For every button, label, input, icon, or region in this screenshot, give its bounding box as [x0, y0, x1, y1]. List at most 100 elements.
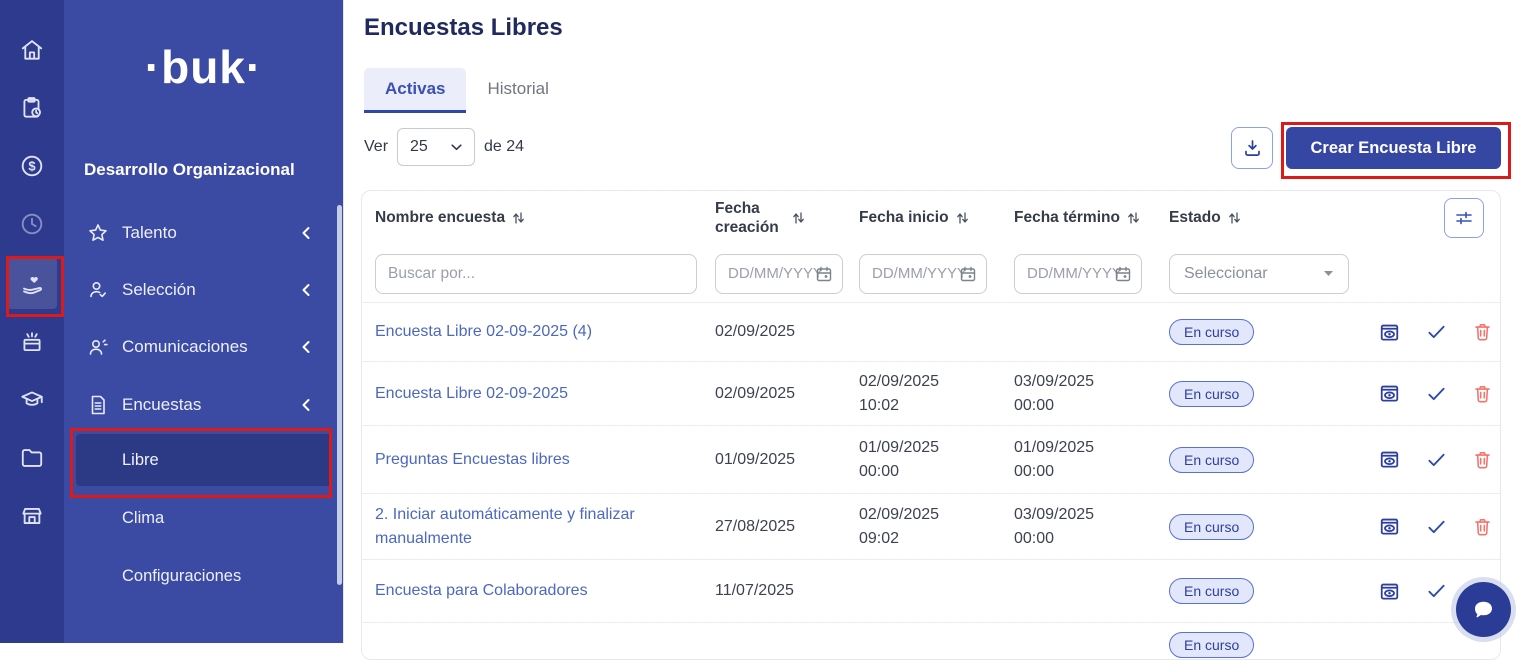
sort-icon[interactable] [1228, 211, 1241, 225]
sidebar-item-label: Encuestas [122, 395, 201, 415]
sidebar-item-seleccion[interactable]: Selección [64, 264, 343, 316]
table-filter-row: Seleccionar [362, 245, 1500, 303]
home-icon [19, 37, 45, 63]
finalize-button[interactable] [1427, 386, 1446, 402]
sidebar-item-label: Comunicaciones [122, 337, 248, 357]
sort-icon[interactable] [512, 211, 525, 225]
chat-bubble-icon [1470, 598, 1497, 622]
survey-name-link[interactable]: Encuesta Libre 02-09-2025 (4) [375, 323, 610, 340]
sidebar-item-encuestas[interactable]: Encuestas [64, 379, 343, 431]
person-announce-icon [86, 335, 110, 359]
chat-widget-button[interactable] [1456, 582, 1511, 637]
rail-item-benefits[interactable] [0, 322, 64, 362]
trash-icon [1473, 322, 1492, 342]
delete-button[interactable] [1473, 450, 1492, 470]
survey-name-link[interactable]: Preguntas Encuestas libres [375, 451, 588, 468]
download-button[interactable] [1231, 127, 1273, 169]
sidebar-subitem-libre[interactable]: Libre [76, 434, 332, 486]
status-badge: En curso [1169, 319, 1254, 345]
table-body: Encuesta Libre 02-09-2025 (4) 02/09/2025… [362, 303, 1500, 667]
sidebar-section-title: Desarrollo Organizacional [84, 160, 295, 180]
rail-item-history[interactable] [0, 204, 64, 244]
column-header: Nombre encuesta [375, 209, 505, 227]
cell-creacion: 02/09/2025 [715, 382, 859, 405]
chevron-left-icon [299, 225, 313, 241]
survey-name-link[interactable]: Encuesta Libre 02-09-2025 [375, 385, 586, 402]
buk-logo: ·buk· [64, 40, 343, 94]
preview-button[interactable] [1379, 581, 1400, 602]
tab-historial[interactable]: Historial [466, 68, 569, 113]
total-label: de 24 [484, 138, 524, 156]
fecha-creacion-filter[interactable] [715, 254, 843, 294]
check-icon [1427, 324, 1446, 340]
fecha-inicio-filter[interactable] [859, 254, 987, 294]
finalize-button[interactable] [1427, 519, 1446, 535]
finalize-button[interactable] [1427, 583, 1446, 599]
date-input[interactable] [860, 255, 968, 293]
sidebar-subitem-label: Configuraciones [122, 567, 241, 586]
sidebar-subitem-label: Clima [122, 509, 164, 528]
check-icon [1427, 452, 1446, 468]
finalize-button[interactable] [1427, 324, 1446, 340]
page-size-select[interactable]: 25 [397, 128, 475, 166]
survey-name-link[interactable]: Encuesta para Colaboradores [375, 582, 606, 599]
rail-item-company[interactable] [0, 496, 64, 536]
preview-button[interactable] [1379, 322, 1400, 343]
table-row: Encuesta Libre 02-09-2025 02/09/2025 02/… [362, 362, 1500, 426]
date-input[interactable] [716, 255, 824, 293]
fecha-termino-filter[interactable] [1014, 254, 1142, 294]
rail-item-tasks[interactable] [0, 88, 64, 128]
calendar-icon [959, 265, 977, 283]
gift-box-icon [19, 329, 45, 355]
rail-item-home[interactable] [0, 30, 64, 70]
sidebar-subitem-label: Libre [122, 451, 159, 470]
sidebar-subitem-configuraciones[interactable]: Configuraciones [76, 550, 332, 602]
sidebar: ·buk· Desarrollo Organizacional Talento … [64, 0, 343, 643]
sidebar-item-talento[interactable]: Talento [64, 207, 343, 259]
calendar-icon [815, 265, 833, 283]
table-row: Encuesta para Colaboradores 11/07/2025 E… [362, 560, 1500, 623]
column-header: Estado [1169, 209, 1221, 227]
sidebar-scrollbar-thumb[interactable] [337, 205, 342, 585]
page-title: Encuestas Libres [364, 14, 563, 42]
clipboard-clock-icon [19, 95, 45, 121]
preview-button[interactable] [1379, 449, 1400, 470]
finalize-button[interactable] [1427, 452, 1446, 468]
survey-name-link[interactable]: 2. Iniciar automáticamente y finalizar m… [375, 506, 635, 546]
sort-icon[interactable] [956, 211, 969, 225]
estado-filter-select[interactable]: Seleccionar [1169, 254, 1349, 294]
cell-inicio: 02/09/2025 09:02 [859, 503, 1014, 549]
row-actions [1369, 516, 1500, 537]
sort-icon[interactable] [792, 211, 805, 225]
preview-button[interactable] [1379, 516, 1400, 537]
delete-button[interactable] [1473, 517, 1492, 537]
delete-button[interactable] [1473, 384, 1492, 404]
rail-item-desarrollo[interactable] [0, 263, 64, 303]
delete-button[interactable] [1473, 322, 1492, 342]
rail-item-training[interactable] [0, 380, 64, 420]
sidebar-item-label: Selección [122, 280, 196, 300]
download-icon [1242, 138, 1263, 158]
graduation-cap-icon [19, 387, 45, 413]
eye-window-icon [1379, 449, 1400, 470]
search-input[interactable] [375, 254, 697, 294]
storefront-icon [19, 503, 45, 529]
sidebar-item-comunicaciones[interactable]: Comunicaciones [64, 321, 343, 373]
table-header-row: Nombre encuesta Fecha creación Fecha ini… [362, 191, 1500, 245]
rail-item-payments[interactable]: $ [0, 146, 64, 186]
eye-window-icon [1379, 516, 1400, 537]
tab-activas[interactable]: Activas [364, 68, 466, 113]
sidebar-item-label: Talento [122, 223, 177, 243]
survey-name-link[interactable] [375, 636, 393, 653]
table-row: Preguntas Encuestas libres 01/09/2025 01… [362, 426, 1500, 494]
preview-button[interactable] [1379, 383, 1400, 404]
create-survey-button[interactable]: Crear Encuesta Libre [1286, 127, 1501, 169]
chevron-left-icon [299, 282, 313, 298]
status-badge: En curso [1169, 381, 1254, 407]
sort-icon[interactable] [1127, 211, 1140, 225]
rail-item-documents[interactable] [0, 438, 64, 478]
sidebar-subitem-clima[interactable]: Clima [76, 492, 332, 544]
check-icon [1427, 583, 1446, 599]
date-input[interactable] [1015, 255, 1123, 293]
column-settings-button[interactable] [1444, 198, 1484, 238]
